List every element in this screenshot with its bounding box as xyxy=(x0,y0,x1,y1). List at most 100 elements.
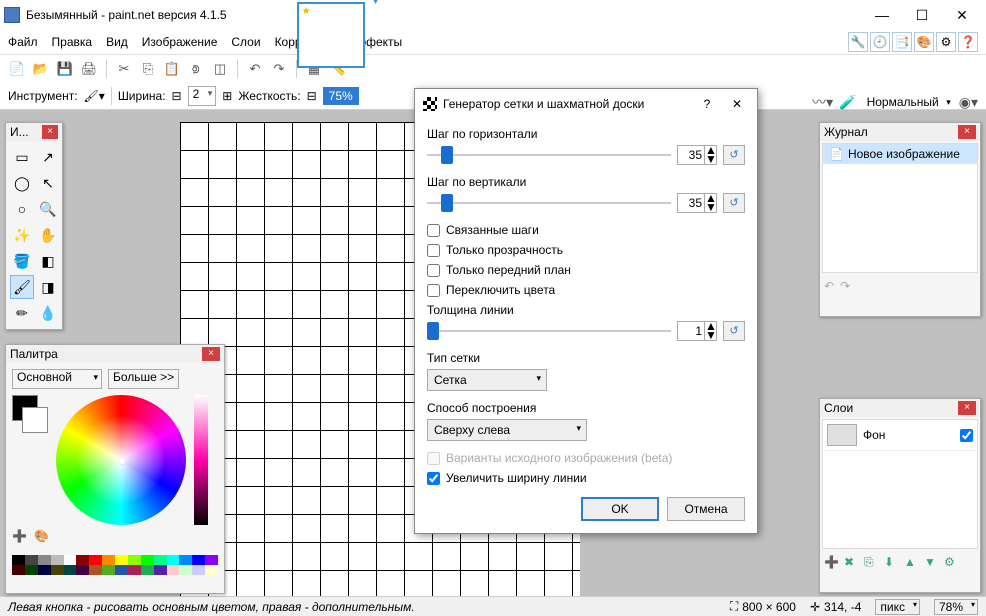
tool-lasso[interactable]: ◯ xyxy=(10,171,34,195)
width-minus-icon[interactable]: ⊟ xyxy=(172,89,182,103)
tool-ellipse-select[interactable]: ○ xyxy=(10,197,34,221)
build-mode-select[interactable]: Сверху слева xyxy=(427,419,587,441)
layer-merge-icon[interactable]: ⬇ xyxy=(884,555,900,571)
color-wheel[interactable] xyxy=(56,395,186,525)
redo-icon[interactable]: ↷ xyxy=(270,60,288,78)
settings-icon[interactable]: ⚙ xyxy=(936,32,956,52)
document-thumb[interactable] xyxy=(297,2,365,68)
palette-swatch[interactable] xyxy=(141,565,154,575)
menu-layers[interactable]: Слои xyxy=(231,35,260,49)
ok-button[interactable]: OK xyxy=(581,497,659,521)
copy-icon[interactable]: ⎘ xyxy=(139,60,157,78)
palette-swatch[interactable] xyxy=(76,555,89,565)
layers-toggle-icon[interactable]: 📑 xyxy=(892,32,912,52)
cancel-button[interactable]: Отмена xyxy=(667,497,745,521)
palette-swatch[interactable] xyxy=(89,565,102,575)
palette-swatch[interactable] xyxy=(205,565,218,575)
hardness-minus-icon[interactable]: ⊟ xyxy=(307,89,317,103)
blend-mode-select[interactable]: Нормальный xyxy=(863,92,953,112)
palette-swatch[interactable] xyxy=(128,555,141,565)
palette-close-icon[interactable]: × xyxy=(202,347,220,361)
line-width-input[interactable]: ▲▼ xyxy=(677,321,717,341)
history-item[interactable]: 📄Новое изображение xyxy=(823,144,977,164)
more-button[interactable]: Больше >> xyxy=(108,369,179,389)
menu-view[interactable]: Вид xyxy=(106,35,128,49)
print-icon[interactable]: 🖨 xyxy=(80,60,98,78)
v-step-reset[interactable]: ↺ xyxy=(723,193,745,213)
tool-move-sel[interactable]: ↗ xyxy=(36,145,60,169)
tool-pencil[interactable]: ✏ xyxy=(10,301,34,325)
history-redo-icon[interactable]: ↷ xyxy=(840,279,850,293)
palette-swatch[interactable] xyxy=(76,565,89,575)
add-color-icon[interactable]: ➕ xyxy=(12,529,30,547)
palette-swatch[interactable] xyxy=(167,565,180,575)
linked-checkbox[interactable]: Связанные шаги xyxy=(427,223,745,237)
tool-magic-wand[interactable]: ✨ xyxy=(10,223,34,247)
palette-swatch[interactable] xyxy=(192,555,205,565)
menu-file[interactable]: Файл xyxy=(8,35,38,49)
crop-icon[interactable]: ⟄ xyxy=(187,60,205,78)
new-icon[interactable]: 📄 xyxy=(8,60,26,78)
tool-paintbrush[interactable]: 🖌 xyxy=(10,275,34,299)
cut-icon[interactable]: ✂ xyxy=(115,60,133,78)
blend-extra-icon[interactable]: ◉▾ xyxy=(959,94,978,111)
paste-icon[interactable]: 📋 xyxy=(163,60,181,78)
tools-panel-close-icon[interactable]: × xyxy=(42,125,58,139)
tool-pan[interactable]: ✋ xyxy=(36,223,60,247)
palette-swatch[interactable] xyxy=(115,555,128,565)
help-icon[interactable]: ❓ xyxy=(958,32,978,52)
open-icon[interactable]: 📂 xyxy=(32,60,50,78)
dialog-help-button[interactable]: ? xyxy=(695,97,719,111)
layer-dup-icon[interactable]: ⎘ xyxy=(864,555,880,571)
undo-icon[interactable]: ↶ xyxy=(246,60,264,78)
overwrite-icon[interactable]: 〰▾ xyxy=(812,92,833,112)
palette-swatch[interactable] xyxy=(167,555,180,565)
palette-swatch[interactable] xyxy=(154,565,167,575)
brush-icon[interactable]: 🖌▾ xyxy=(84,89,105,103)
layer-delete-icon[interactable]: ✖ xyxy=(844,555,860,571)
palette-swatch[interactable] xyxy=(128,565,141,575)
maximize-button[interactable]: ☐ xyxy=(902,1,942,29)
tool-zoom[interactable]: 🔍 xyxy=(36,197,60,221)
line-width-reset[interactable]: ↺ xyxy=(723,321,745,341)
palette-swatch[interactable] xyxy=(51,555,64,565)
value-bar[interactable] xyxy=(194,395,208,525)
palette-swatch[interactable] xyxy=(154,555,167,565)
tool-move[interactable]: ↖ xyxy=(36,171,60,195)
palette-menu-icon[interactable]: 🎨 xyxy=(34,529,52,547)
palette-swatch[interactable] xyxy=(205,555,218,565)
color-mode-select[interactable]: Основной xyxy=(12,369,102,389)
width-input[interactable]: 2 xyxy=(188,86,217,106)
menu-edit[interactable]: Правка xyxy=(52,35,93,49)
layer-up-icon[interactable]: ▲ xyxy=(904,555,920,571)
layer-visible-checkbox[interactable] xyxy=(960,429,973,442)
tool-eraser[interactable]: ◨ xyxy=(36,275,60,299)
tool-gradient[interactable]: ◧ xyxy=(36,249,60,273)
palette-swatch[interactable] xyxy=(102,555,115,565)
deselect-icon[interactable]: ◫ xyxy=(211,60,229,78)
v-step-slider[interactable] xyxy=(427,202,671,204)
history-close-icon[interactable]: × xyxy=(958,125,976,139)
palette-swatch[interactable] xyxy=(38,565,51,575)
palette-swatch[interactable] xyxy=(102,565,115,575)
tool-fill[interactable]: 🪣 xyxy=(10,249,34,273)
transparency-checkbox[interactable]: Только прозрачность xyxy=(427,243,745,257)
layers-close-icon[interactable]: × xyxy=(958,401,976,415)
palette-swatch[interactable] xyxy=(38,555,51,565)
palette-swatch[interactable] xyxy=(51,565,64,575)
tool-rect-select[interactable]: ▭ xyxy=(10,145,34,169)
history-undo-icon[interactable]: ↶ xyxy=(824,279,834,293)
close-button[interactable]: ✕ xyxy=(942,1,982,29)
zoom-select[interactable]: 78% xyxy=(934,599,978,615)
v-step-input[interactable]: ▲▼ xyxy=(677,193,717,213)
palette-swatch[interactable] xyxy=(25,565,38,575)
history-toggle-icon[interactable]: 🕘 xyxy=(870,32,890,52)
layer-down-icon[interactable]: ▼ xyxy=(924,555,940,571)
palette-swatch[interactable] xyxy=(141,555,154,565)
width-plus-icon[interactable]: ⊞ xyxy=(222,89,232,103)
palette-swatch[interactable] xyxy=(179,565,192,575)
colors-toggle-icon[interactable]: 🎨 xyxy=(914,32,934,52)
palette-swatch[interactable] xyxy=(64,555,77,565)
menu-image[interactable]: Изображение xyxy=(142,35,218,49)
color-strip[interactable] xyxy=(12,555,218,575)
